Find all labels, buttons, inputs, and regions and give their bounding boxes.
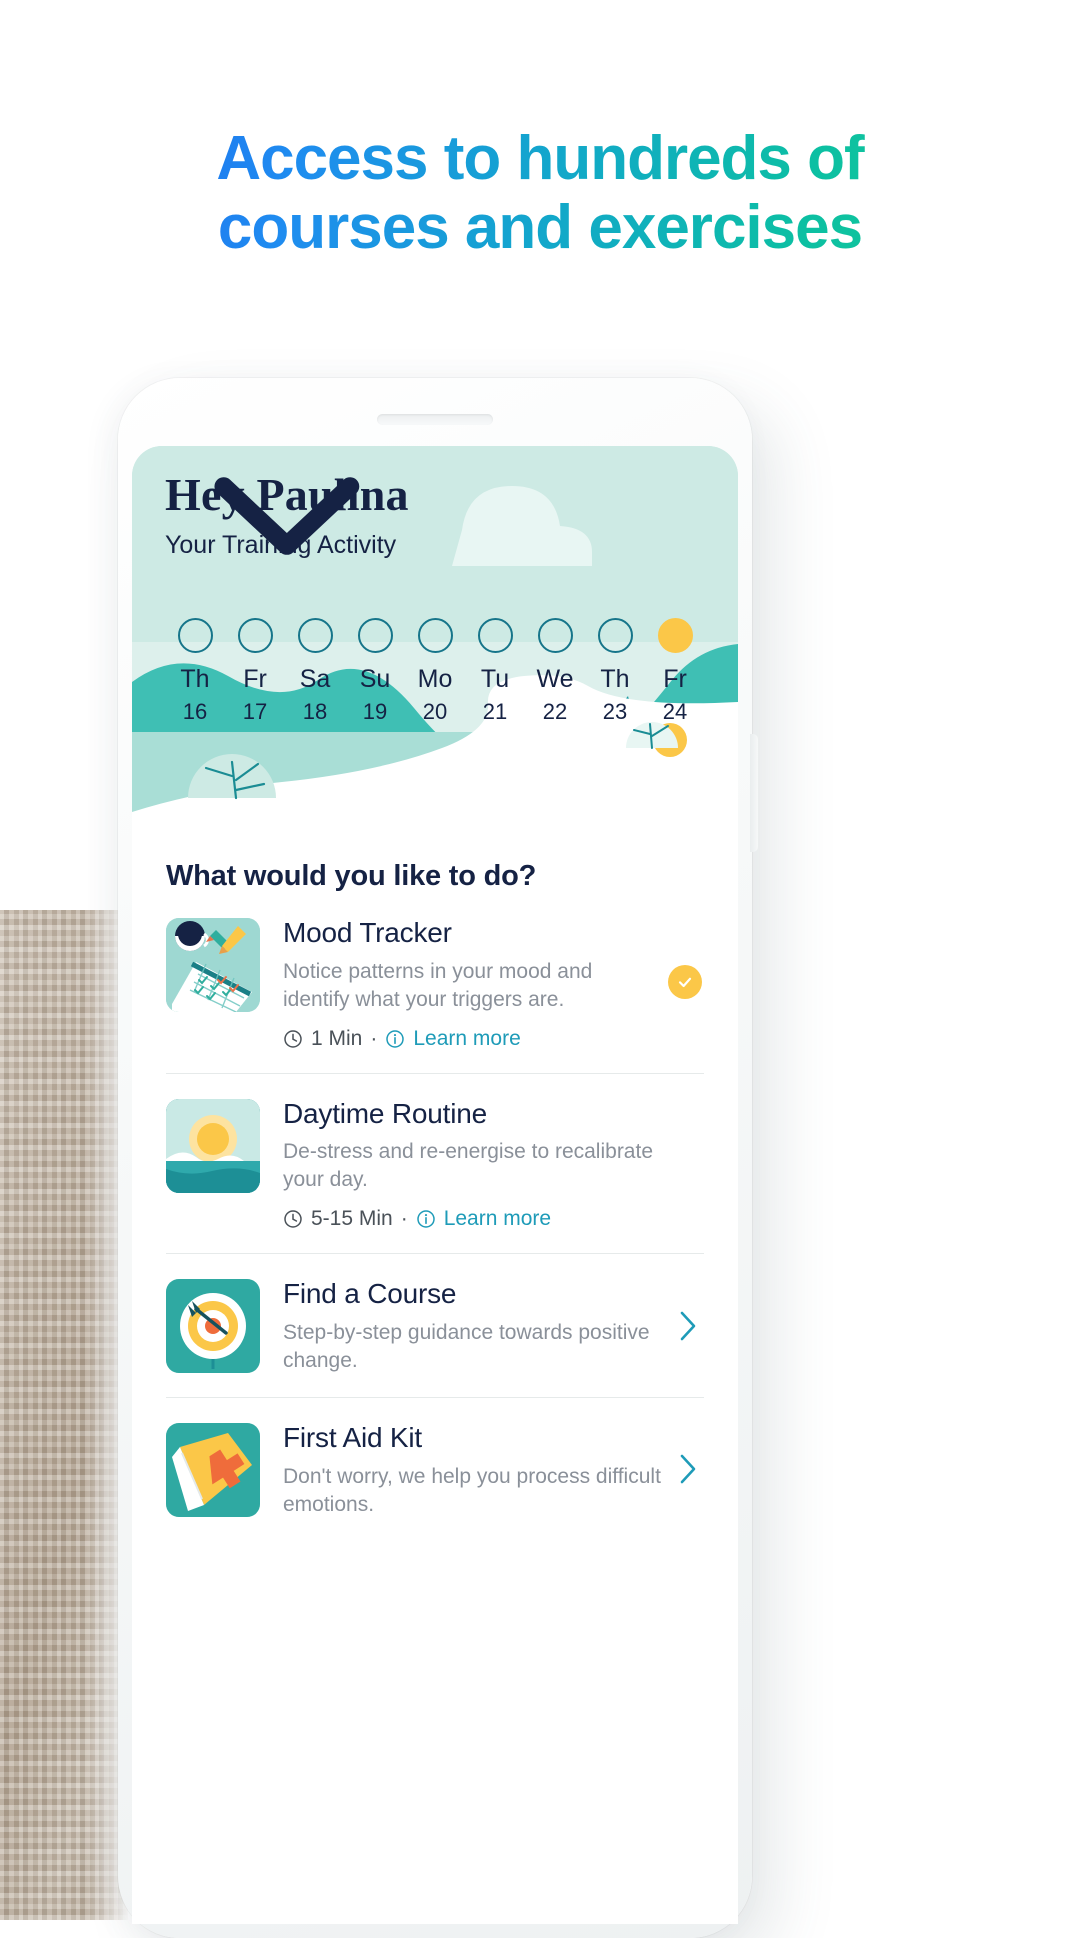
day-weekday: Fr <box>243 665 267 693</box>
list-item-body: First Aid Kit Don't worry, we help you p… <box>283 1421 704 1519</box>
week-day-th-16[interactable]: Th 16 <box>168 618 222 723</box>
learn-more-label: Learn more <box>443 1207 552 1231</box>
greeting-block: Hey Paulina Your Training Activity <box>165 472 409 560</box>
day-date: 21 <box>482 699 508 724</box>
list-item-separator: · <box>370 1026 378 1050</box>
person-sweater-photo <box>0 910 128 1920</box>
page-headline: Access to hundreds of courses and exerci… <box>0 124 1080 263</box>
day-status-dot <box>177 618 213 653</box>
day-status-dot <box>537 618 573 653</box>
day-status-dot <box>477 618 513 653</box>
phone-screen: Hey Paulina Your Training Activity Th 16… <box>132 446 738 1924</box>
headline-line-1: Access to hundreds of <box>216 124 864 193</box>
day-date: 22 <box>542 699 568 724</box>
learn-more-link[interactable]: Learn more <box>416 1207 551 1231</box>
list-item-description: Don't worry, we help you process difficu… <box>283 1464 661 1516</box>
list-item-body: Mood Tracker Notice patterns in your moo… <box>283 917 704 1051</box>
list-item-find-a-course[interactable]: Find a Course Step-by-step guidance towa… <box>166 1254 704 1398</box>
week-day-su-19[interactable]: Su 19 <box>348 618 402 723</box>
find-a-course-thumb <box>166 1279 260 1374</box>
list-item-meta: 1 Min · Learn more <box>283 1027 664 1051</box>
list-item-title: Mood Tracker <box>283 917 452 948</box>
day-status-dot <box>417 618 453 653</box>
learn-more-link[interactable]: Learn more <box>385 1026 521 1051</box>
clock-icon <box>284 1029 302 1048</box>
week-day-mo-20[interactable]: Mo 20 <box>408 618 462 723</box>
list-item-body: Daytime Routine De-stress and re-energis… <box>283 1097 704 1232</box>
activity-list: What would you like to do? Mood Tracker … <box>132 834 738 1541</box>
day-weekday: Th <box>180 665 210 693</box>
list-title: What would you like to do? <box>166 860 537 892</box>
list-item-body: Find a Course Step-by-step guidance towa… <box>283 1278 704 1375</box>
week-day-th-23[interactable]: Th 23 <box>588 618 642 723</box>
day-date: 24 <box>662 699 688 724</box>
day-status-dot <box>237 618 273 653</box>
list-item-duration: 1 Min <box>311 1026 363 1050</box>
week-activity-strip: Th 16 Fr 17 Sa 18 Su 19 Mo 20 Tu 21 We 2… <box>132 618 738 723</box>
week-day-fr-17[interactable]: Fr 17 <box>228 618 282 723</box>
day-weekday: Th <box>600 665 630 693</box>
list-item-title: First Aid Kit <box>283 1421 422 1453</box>
day-date: 20 <box>422 699 448 724</box>
list-item-description: De-stress and re-energise to recalibrate… <box>283 1140 654 1192</box>
chevron-right-icon <box>680 1454 696 1484</box>
day-date: 18 <box>302 699 328 724</box>
day-weekday: Tu <box>480 665 510 693</box>
day-status-dot <box>357 618 393 653</box>
mood-tracker-thumb <box>166 918 260 1012</box>
check-icon <box>678 977 692 988</box>
day-weekday: Sa <box>299 665 331 693</box>
info-icon <box>386 1029 405 1048</box>
day-weekday: Mo <box>417 665 453 693</box>
power-button[interactable] <box>750 734 758 852</box>
week-day-tu-21[interactable]: Tu 21 <box>468 618 522 723</box>
list-item-title: Daytime Routine <box>283 1097 487 1129</box>
day-weekday: We <box>536 665 574 693</box>
earpiece-speaker <box>377 414 493 425</box>
chevron-down-icon <box>214 477 360 555</box>
day-status-dot <box>657 618 693 653</box>
day-date: 19 <box>362 699 388 724</box>
training-activity-selector[interactable]: Your Training Activity <box>165 477 409 560</box>
daytime-routine-thumb <box>166 1098 260 1193</box>
day-date: 23 <box>602 699 628 724</box>
learn-more-label: Learn more <box>413 1026 521 1050</box>
day-weekday: Fr <box>663 665 687 693</box>
chevron-right-icon <box>680 1311 696 1340</box>
list-rows: Mood Tracker Notice patterns in your moo… <box>166 893 704 1541</box>
day-status-dot <box>597 618 633 653</box>
list-item-separator: · <box>400 1207 408 1231</box>
list-item-first-aid-kit[interactable]: First Aid Kit Don't worry, we help you p… <box>166 1398 704 1541</box>
week-day-sa-18[interactable]: Sa 18 <box>288 618 342 723</box>
list-item-mood-tracker[interactable]: Mood Tracker Notice patterns in your moo… <box>166 893 704 1074</box>
completed-badge <box>668 965 702 999</box>
week-day-fr-24[interactable]: Fr 24 <box>648 618 702 723</box>
list-item-description: Notice patterns in your mood and identif… <box>283 959 593 1011</box>
day-status-dot <box>297 618 333 653</box>
list-item-duration: 5-15 Min <box>311 1207 393 1231</box>
list-item-daytime-routine[interactable]: Daytime Routine De-stress and re-energis… <box>166 1074 704 1255</box>
info-icon <box>416 1210 435 1229</box>
phone-mockup: Hey Paulina Your Training Activity Th 16… <box>118 378 758 1938</box>
week-day-we-22[interactable]: We 22 <box>528 618 582 723</box>
day-date: 16 <box>182 699 208 724</box>
list-item-title: Find a Course <box>283 1278 457 1310</box>
day-weekday: Su <box>359 665 391 693</box>
list-item-description: Step-by-step guidance towards positive c… <box>283 1321 650 1372</box>
headline-line-2: courses and exercises <box>217 193 863 263</box>
app-hero: Hey Paulina Your Training Activity Th 16… <box>132 446 738 834</box>
first-aid-kit-thumb <box>166 1422 260 1517</box>
list-item-meta: 5-15 Min · Learn more <box>283 1207 664 1231</box>
day-date: 17 <box>242 699 268 724</box>
clock-icon <box>284 1210 302 1229</box>
